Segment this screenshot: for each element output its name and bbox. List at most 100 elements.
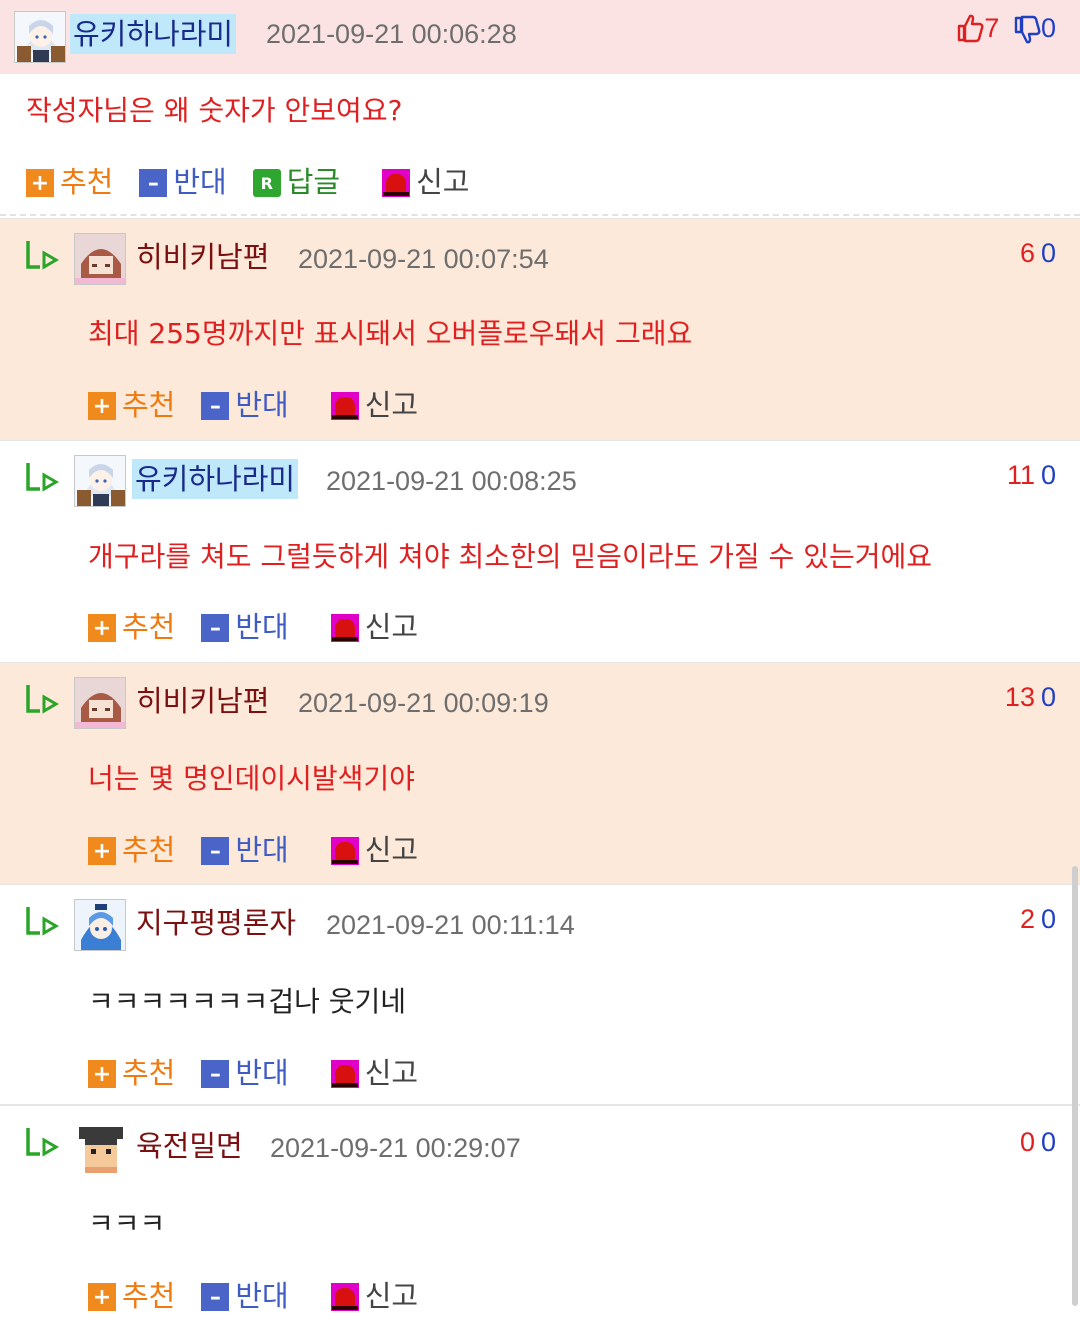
reply-button[interactable]: R 답글 — [252, 160, 340, 200]
oppose-button[interactable]: – 반대 — [201, 1274, 289, 1314]
brown-hair-girl-avatar-icon — [75, 234, 125, 284]
scrollbar[interactable] — [1072, 866, 1078, 1306]
minus-icon: – — [201, 614, 230, 642]
pixel-boy-avatar-icon — [75, 1123, 125, 1173]
comment-date: 2021-09-21 00:09:19 — [298, 688, 549, 718]
recommend-button[interactable]: + 추천 — [88, 828, 175, 868]
siren-icon — [330, 392, 359, 420]
vote-counts: 60 — [1020, 233, 1056, 273]
reply-comment: 육전밀면 2021-09-21 00:29:07 00 ㅋㅋㅋ + 추천 – 반대 … — [0, 1108, 1080, 1331]
vote-counts: 00 — [1020, 1122, 1056, 1162]
comment-author[interactable]: 지구평평론자 — [136, 903, 296, 943]
downvote-count: 0 — [1040, 1127, 1056, 1157]
report-button[interactable]: 신고 — [330, 1051, 418, 1091]
report-button[interactable]: 신고 — [382, 160, 470, 200]
oppose-button[interactable]: – 반대 — [201, 1051, 289, 1091]
report-button[interactable]: 신고 — [330, 605, 418, 645]
upvote-count: 2 — [1019, 904, 1035, 934]
blue-hair-girl-avatar-icon — [75, 900, 125, 950]
recommend-button[interactable]: + 추천 — [88, 1274, 175, 1314]
siren-icon — [330, 1060, 359, 1088]
thumbs-up-icon — [958, 14, 984, 43]
comment-actions: + 추천 – 반대 신고 — [88, 828, 444, 868]
downvote-count: 0 — [1040, 238, 1056, 268]
recommend-button[interactable]: + 추천 — [88, 605, 175, 645]
oppose-button[interactable]: – 반대 — [201, 383, 289, 423]
vote-counts: 11 0 — [1007, 455, 1056, 495]
plus-icon: + — [88, 392, 116, 420]
reply-arrow-icon — [26, 241, 59, 270]
reply-arrow-icon — [26, 685, 59, 714]
comment-author[interactable]: 유키하나라미 — [132, 459, 299, 499]
comment-actions: + 추천 – 반대 신고 — [88, 1274, 444, 1314]
oppose-button[interactable]: – 반대 — [201, 605, 289, 645]
upvote-count: 13 — [1004, 682, 1035, 712]
minus-icon: – — [201, 392, 230, 420]
comment-actions: + 추천 – 반대 R 답글 신고 — [26, 160, 496, 200]
avatar[interactable] — [74, 1122, 126, 1174]
siren-icon — [330, 1283, 359, 1311]
vote-counts: 20 — [1020, 899, 1056, 939]
reply-arrow-icon — [26, 907, 59, 936]
reply-r-icon: R — [252, 169, 281, 197]
vote-counts: 7 0 — [956, 8, 1056, 48]
siren-icon — [382, 169, 411, 197]
comment-date: 2021-09-21 00:29:07 — [270, 1133, 521, 1163]
report-button[interactable]: 신고 — [330, 383, 418, 423]
anime-girl-avatar-icon — [15, 12, 65, 62]
oppose-button[interactable]: – 반대 — [201, 828, 289, 868]
plus-icon: + — [88, 614, 116, 642]
minus-icon: – — [201, 837, 230, 865]
downvote-count: 0 — [1013, 13, 1056, 44]
comment-author[interactable]: 히비키남편 — [136, 237, 269, 277]
downvote-count: 0 — [1040, 682, 1056, 712]
comment-author[interactable]: 육전밀면 — [136, 1126, 243, 1166]
plus-icon: + — [88, 1283, 116, 1311]
comment-date: 2021-09-21 00:11:14 — [326, 910, 575, 940]
reply-arrow-icon — [26, 1128, 59, 1157]
report-button[interactable]: 신고 — [330, 1274, 418, 1314]
minus-icon: – — [139, 169, 168, 197]
plus-icon: + — [26, 169, 54, 197]
avatar[interactable] — [14, 11, 66, 63]
vote-counts: 13 0 — [1005, 677, 1056, 717]
recommend-button[interactable]: + 추천 — [26, 160, 113, 200]
siren-icon — [330, 614, 359, 642]
comment-text: 최대 255명까지만 표시돼서 오버플로우돼서 그래요 — [88, 317, 693, 350]
upvote-count: 0 — [1019, 1127, 1035, 1157]
minus-icon: – — [201, 1060, 230, 1088]
comment-text: ㅋㅋㅋㅋㅋㅋㅋ겁나 웃기네 — [88, 985, 407, 1018]
recommend-button[interactable]: + 추천 — [88, 1051, 175, 1091]
downvote-count: 0 — [1040, 460, 1056, 490]
comment-date: 2021-09-21 00:07:54 — [298, 244, 549, 274]
avatar[interactable] — [74, 455, 126, 507]
plus-icon: + — [88, 1060, 116, 1088]
minus-icon: – — [201, 1283, 230, 1311]
report-button[interactable]: 신고 — [330, 828, 418, 868]
avatar[interactable] — [74, 233, 126, 285]
main-comment-header: 유키하나라미 2021-09-21 00:06:28 7 0 — [0, 0, 1080, 74]
comment-text: 작성자님은 왜 숫자가 안보여요? — [26, 94, 403, 127]
recommend-button[interactable]: + 추천 — [88, 383, 175, 423]
avatar[interactable] — [74, 899, 126, 951]
upvote-count: 7 — [956, 13, 1007, 43]
comment-actions: + 추천 – 반대 신고 — [88, 1051, 444, 1091]
comment-actions: + 추천 – 반대 신고 — [88, 383, 444, 423]
comment-author[interactable]: 히비키남편 — [136, 681, 269, 721]
plus-icon: + — [88, 837, 116, 865]
comment-text: ㅋㅋㅋ — [88, 1207, 166, 1240]
comment-text: 개구라를 쳐도 그럴듯하게 쳐야 최소한의 믿음이라도 가질 수 있는거에요 — [88, 540, 933, 573]
reply-comment: 히비키남편 2021-09-21 00:07:54 60 최대 255명까지만 … — [0, 218, 1080, 440]
reply-comment: 유키하나라미 2021-09-21 00:08:25 11 0 개구라를 쳐도 그… — [0, 440, 1080, 662]
upvote-count: 11 — [1006, 460, 1035, 490]
anime-girl-avatar-icon — [75, 456, 125, 506]
avatar[interactable] — [74, 677, 126, 729]
oppose-button[interactable]: – 반대 — [139, 160, 227, 200]
main-comment: 유키하나라미 2021-09-21 00:06:28 7 0 작성자님은 왜 숫… — [0, 0, 1080, 216]
brown-hair-girl-avatar-icon — [75, 678, 125, 728]
comment-author[interactable]: 유키하나라미 — [70, 14, 237, 54]
reply-comment: 히비키남편 2021-09-21 00:09:19 13 0 너는 몇 명인데이시… — [0, 662, 1080, 884]
comment-date: 2021-09-21 00:08:25 — [326, 466, 577, 496]
reply-arrow-icon — [26, 463, 59, 492]
reply-comment: 지구평평론자 2021-09-21 00:11:14 20 ㅋㅋㅋㅋㅋㅋㅋ겁나 … — [0, 884, 1080, 1106]
